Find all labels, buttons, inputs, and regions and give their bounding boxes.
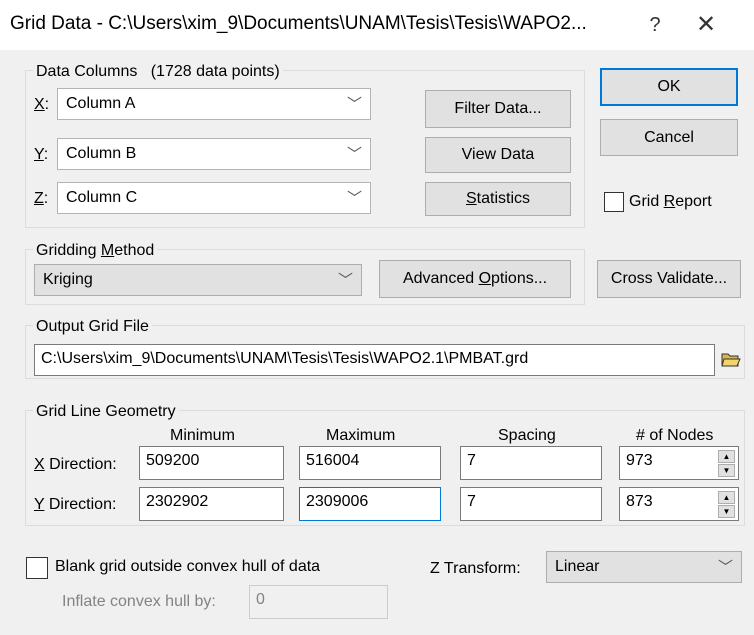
spin-up-icon[interactable]: ▲ — [718, 450, 735, 463]
grid-line-geometry-label: Grid Line Geometry — [33, 403, 179, 421]
z-transform-label: Z Transform: — [430, 560, 521, 577]
y-spacing-input[interactable]: 7 — [460, 487, 602, 521]
help-button[interactable]: ? — [640, 10, 670, 40]
cancel-button[interactable]: Cancel — [600, 119, 738, 156]
chevron-down-icon: ﹀ — [346, 190, 362, 207]
data-points-count: (1728 data points) — [150, 63, 280, 80]
y-maximum-input[interactable]: 2309006 — [299, 487, 441, 521]
title-bar: Grid Data - C:\Users\xim_9\Documents\UNA… — [0, 0, 754, 50]
x-nodes-spinner[interactable]: 973 ▲ ▼ — [619, 446, 739, 480]
y-nodes-spinner[interactable]: 873 ▲ ▼ — [619, 487, 739, 521]
maximum-header: Maximum — [326, 427, 396, 444]
nodes-header: # of Nodes — [636, 427, 714, 444]
close-button[interactable]: ✕ — [686, 8, 726, 42]
output-grid-path-value: C:\Users\xim_9\Documents\UNAM\Tesis\Tesi… — [41, 350, 529, 367]
spin-down-icon[interactable]: ▼ — [718, 505, 735, 518]
filter-data-button[interactable]: Filter Data... — [425, 90, 571, 128]
inflate-hull-label: Inflate convex hull by: — [62, 593, 216, 610]
spacing-header: Spacing — [498, 427, 556, 444]
y-column-select[interactable]: Column B ﹀ — [57, 138, 371, 170]
x-column-select[interactable]: Column A ﹀ — [57, 88, 371, 120]
gridding-method-label: Gridding Method — [33, 242, 158, 260]
advanced-options-button[interactable]: Advanced Options... — [379, 260, 571, 298]
chevron-down-icon: ﹀ — [337, 272, 353, 289]
z-transform-value: Linear — [555, 558, 600, 575]
x-minimum-input[interactable]: 509200 — [139, 446, 284, 480]
z-transform-select[interactable]: Linear ﹀ — [546, 551, 742, 583]
x-column-label: X: — [34, 96, 50, 113]
y-column-label: Y: — [34, 146, 49, 163]
y-minimum-input[interactable]: 2302902 — [139, 487, 284, 521]
ok-button[interactable]: OK — [600, 68, 738, 106]
y-column-value: Column B — [66, 145, 137, 162]
folder-open-icon[interactable] — [721, 350, 741, 368]
gridding-method-value: Kriging — [43, 271, 93, 288]
z-column-label: Z: — [34, 190, 49, 207]
minimum-header: Minimum — [170, 427, 235, 444]
grid-report-label: Grid Report — [629, 193, 712, 210]
x-maximum-input[interactable]: 516004 — [299, 446, 441, 480]
x-column-value: Column A — [66, 95, 136, 112]
y-direction-label: Y Direction: — [34, 496, 117, 513]
z-column-select[interactable]: Column C ﹀ — [57, 182, 371, 214]
cross-validate-button[interactable]: Cross Validate... — [597, 260, 741, 298]
blank-grid-checkbox[interactable] — [26, 557, 48, 579]
blank-grid-label: Blank grid outside convex hull of data — [55, 558, 321, 575]
chevron-down-icon: ﹀ — [717, 559, 733, 576]
window-title: Grid Data - C:\Users\xim_9\Documents\UNA… — [10, 13, 587, 34]
gridding-method-select[interactable]: Kriging ﹀ — [34, 264, 362, 296]
chevron-down-icon: ﹀ — [346, 96, 362, 113]
statistics-button[interactable]: Statistics — [425, 182, 571, 216]
grid-report-checkbox[interactable] — [604, 192, 624, 212]
inflate-hull-input[interactable]: 0 — [249, 585, 388, 619]
x-spacing-input[interactable]: 7 — [460, 446, 602, 480]
chevron-down-icon: ﹀ — [346, 146, 362, 163]
spin-up-icon[interactable]: ▲ — [718, 491, 735, 504]
x-direction-label: X Direction: — [34, 456, 117, 473]
data-columns-label: Data Columns (1728 data points) — [33, 63, 283, 81]
output-grid-file-label: Output Grid File — [33, 318, 152, 336]
view-data-button[interactable]: View Data — [425, 137, 571, 173]
spin-down-icon[interactable]: ▼ — [718, 464, 735, 477]
output-grid-path-input[interactable]: C:\Users\xim_9\Documents\UNAM\Tesis\Tesi… — [34, 344, 715, 376]
z-column-value: Column C — [66, 189, 138, 206]
